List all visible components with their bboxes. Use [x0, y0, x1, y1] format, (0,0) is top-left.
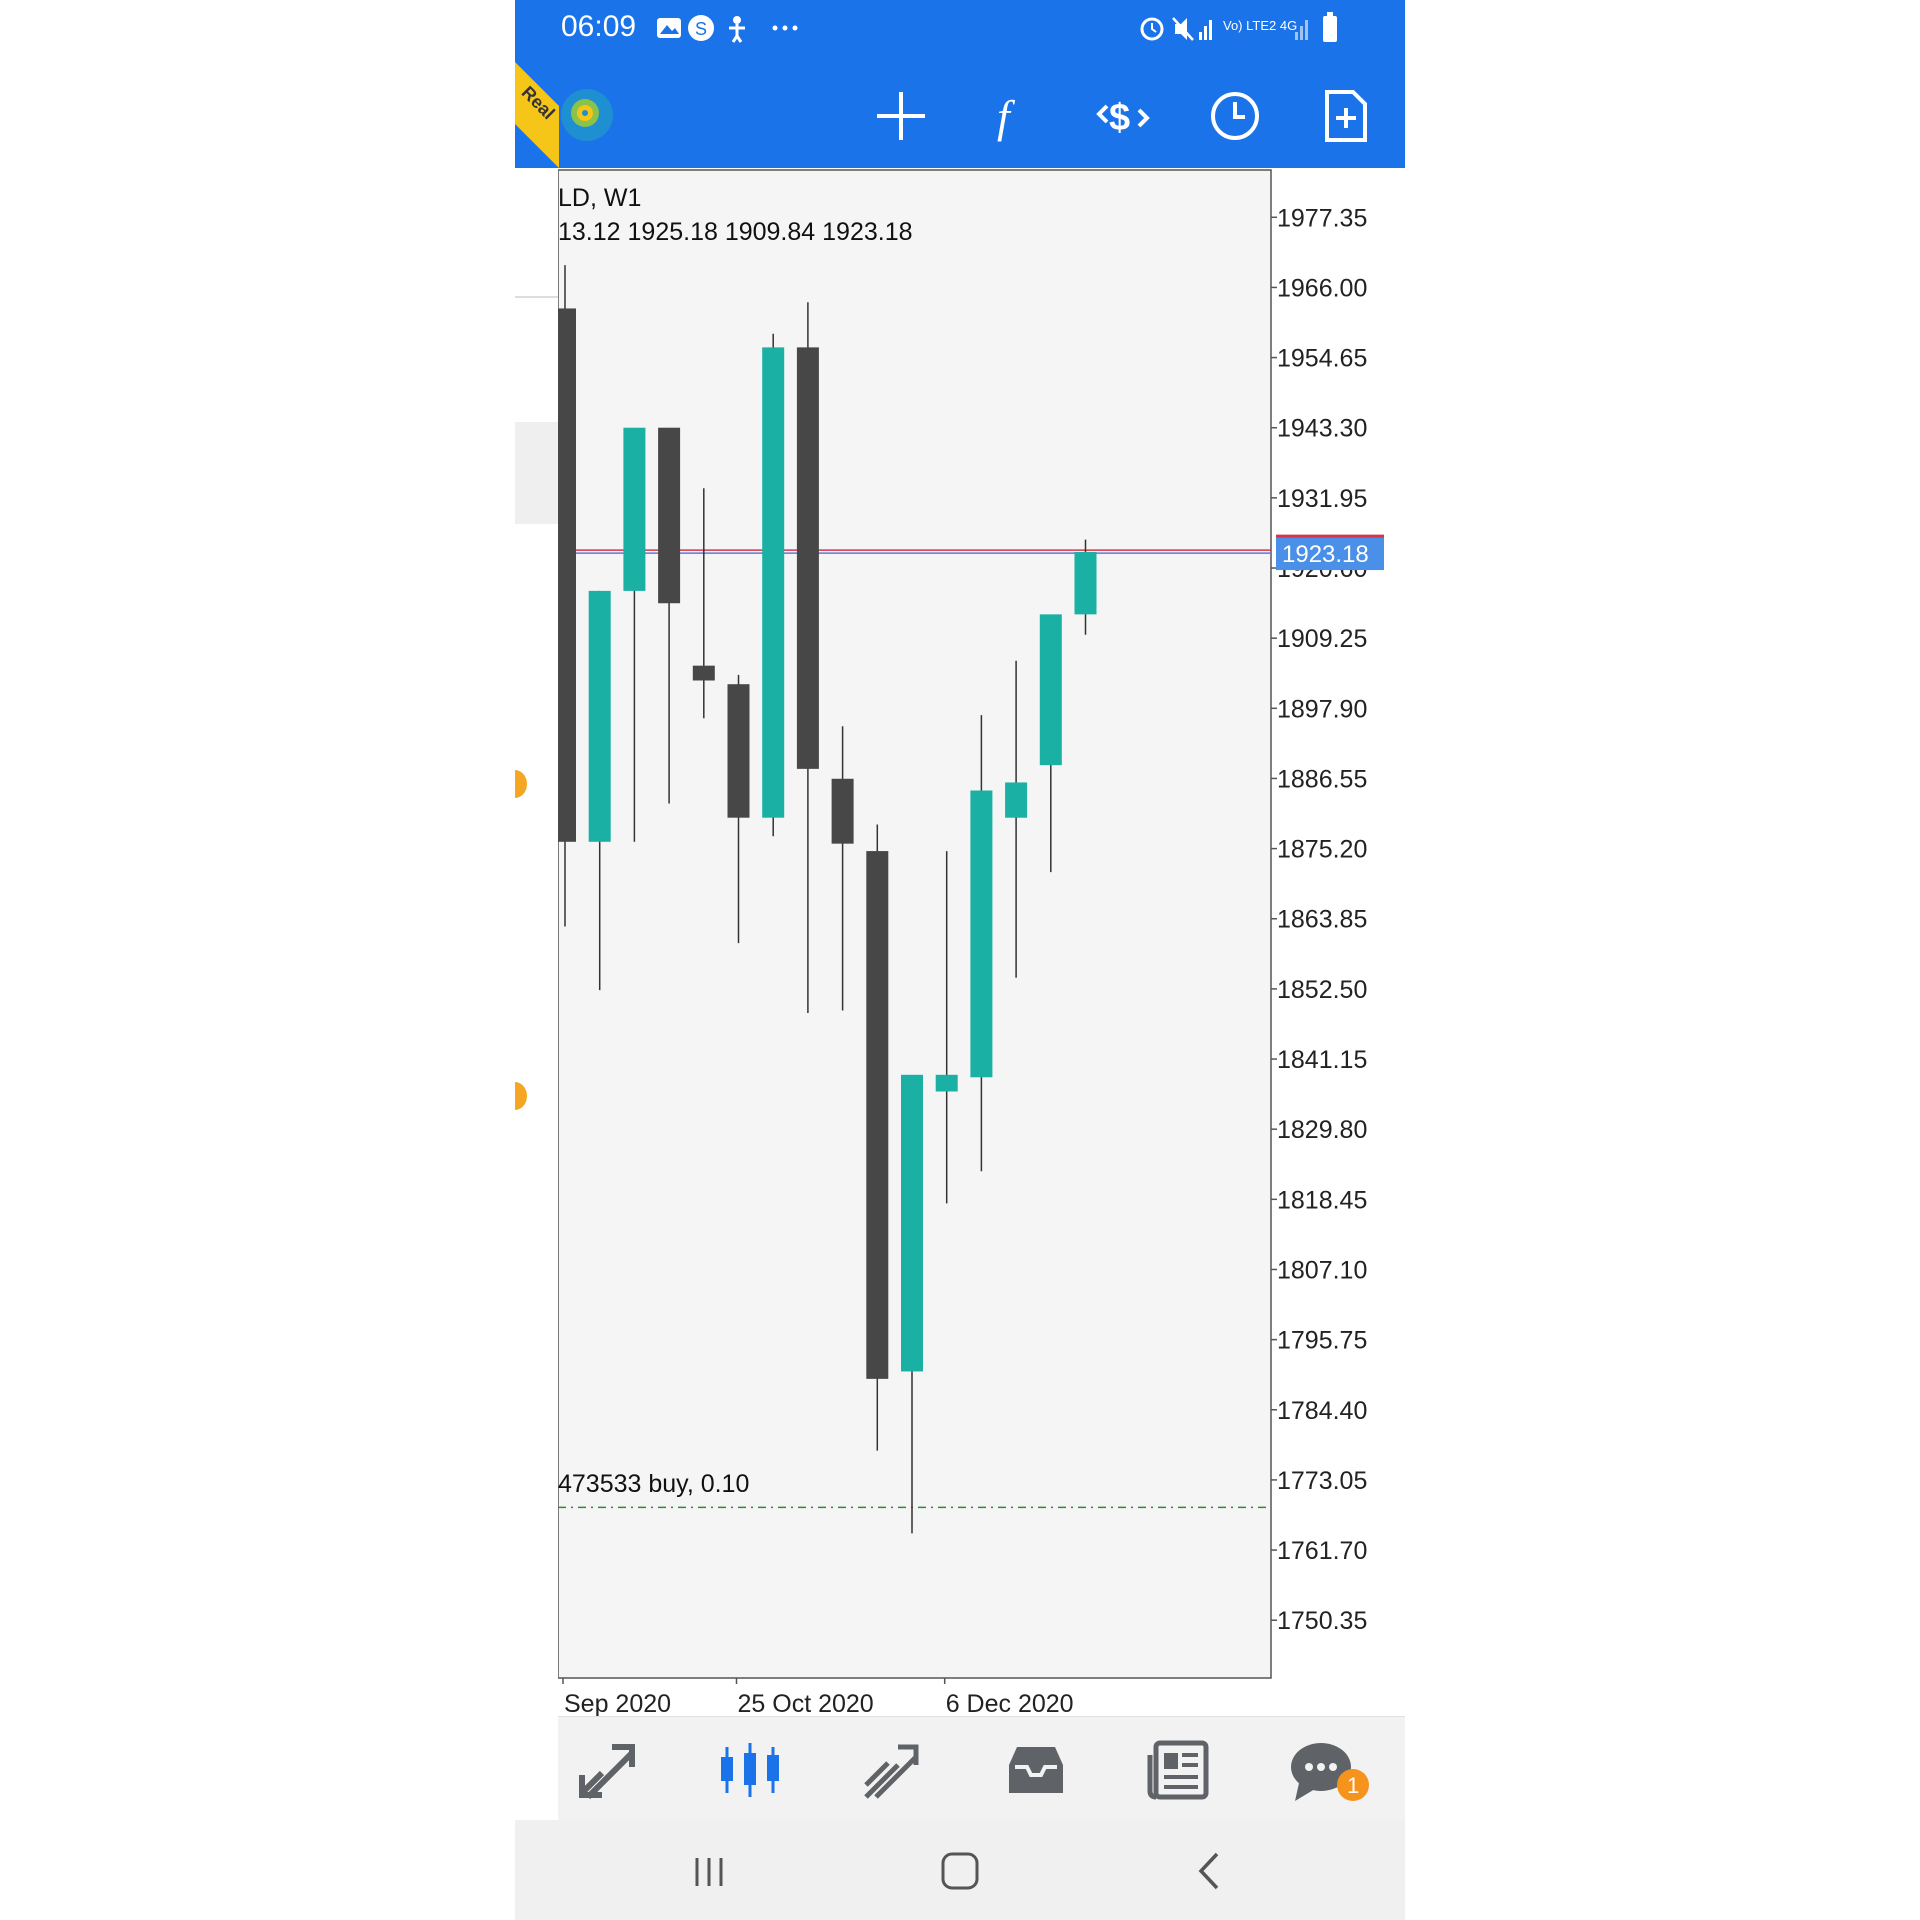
chart-icon[interactable]	[715, 1735, 785, 1805]
app-toolbar: f $	[515, 62, 1405, 168]
left-panel-strip	[515, 168, 558, 1716]
bottom-navigation: 1	[558, 1716, 1405, 1821]
plot-area	[558, 169, 1272, 1679]
svg-text:f: f	[997, 91, 1016, 142]
status-left-icons: S	[657, 15, 798, 43]
y-tick-label: 1818.45	[1277, 1186, 1367, 1214]
new-order-icon[interactable]	[1315, 86, 1375, 146]
y-tick-label: 1954.65	[1277, 345, 1367, 373]
x-tick-label: 25 Oct 2020	[738, 1690, 874, 1716]
bear-candle	[558, 308, 576, 842]
bear-candle	[831, 778, 854, 844]
metatrader-logo[interactable]	[559, 84, 615, 146]
y-tick-label: 1829.80	[1277, 1116, 1367, 1144]
bull-candle	[970, 790, 993, 1078]
signal-icon	[1199, 32, 1202, 40]
back-icon[interactable]	[1185, 1846, 1235, 1896]
y-tick-label: 1863.85	[1277, 906, 1367, 934]
y-tick-label: 1852.50	[1277, 976, 1367, 1004]
crosshair-icon[interactable]	[871, 86, 931, 146]
messages-icon[interactable]: 1	[1287, 1735, 1387, 1805]
y-tick-label: 1750.35	[1277, 1607, 1367, 1635]
bear-candle	[866, 851, 889, 1379]
symbol-label: LD, W1	[558, 184, 641, 212]
x-tick-label: 6 Dec 2020	[946, 1690, 1074, 1716]
orange-marker	[515, 1082, 527, 1110]
recents-icon[interactable]	[685, 1846, 735, 1896]
bull-candle	[1039, 614, 1062, 766]
quotes-icon[interactable]	[572, 1735, 642, 1805]
price-chart[interactable]: 1977.351966.001954.651943.301931.951920.…	[558, 168, 1405, 1716]
y-tick-label: 1966.00	[1277, 274, 1367, 302]
more-dots-icon	[772, 25, 778, 31]
bear-candle	[692, 665, 715, 681]
svg-text:1923.18: 1923.18	[1282, 541, 1369, 568]
accessibility-icon	[733, 16, 741, 24]
trade-icon[interactable]	[858, 1735, 928, 1805]
y-tick-label: 1784.40	[1277, 1397, 1367, 1425]
bull-candle	[588, 590, 611, 842]
y-tick-label: 1977.35	[1277, 204, 1367, 232]
trade-icon[interactable]: $	[1093, 86, 1153, 146]
bull-candle	[935, 1074, 958, 1092]
news-icon[interactable]	[1144, 1735, 1214, 1805]
y-tick-label: 1943.30	[1277, 415, 1367, 443]
x-tick-label: Sep 2020	[564, 1690, 671, 1716]
phone-screen: 06:09 S Vo) LTE2 4G f $ Real 1977.35 196…	[515, 0, 1405, 1920]
current-price-tag: 1923.18	[1276, 534, 1384, 571]
bull-candle	[762, 347, 785, 818]
svg-text:$: $	[1109, 97, 1130, 139]
bear-candle	[796, 347, 819, 769]
real-account-badge: Real	[515, 62, 559, 168]
history-icon[interactable]	[1001, 1735, 1071, 1805]
bull-candle	[901, 1074, 923, 1372]
y-tick-label: 1841.15	[1277, 1046, 1367, 1074]
bear-candle	[727, 684, 750, 818]
ohlc-label: 13.12 1925.18 1909.84 1923.18	[558, 218, 913, 246]
y-tick-label: 1886.55	[1277, 765, 1367, 793]
y-tick-label: 1795.75	[1277, 1327, 1367, 1355]
y-tick-label: 1931.95	[1277, 485, 1367, 513]
timeframe-clock-icon[interactable]	[1205, 86, 1265, 146]
indicators-icon[interactable]: f	[981, 86, 1041, 146]
svg-text:S: S	[695, 19, 713, 39]
y-tick-label: 1909.25	[1277, 625, 1367, 653]
position-label: 473533 buy, 0.10	[558, 1470, 749, 1498]
battery-icon	[1323, 16, 1337, 42]
bull-candle	[1074, 551, 1097, 615]
y-tick-label: 1875.20	[1277, 836, 1367, 864]
svg-text:1: 1	[1347, 1773, 1359, 1798]
y-tick-label: 1807.10	[1277, 1256, 1367, 1284]
orange-marker	[515, 770, 527, 798]
home-icon[interactable]	[935, 1846, 985, 1896]
bull-candle	[1005, 782, 1028, 818]
status-right-icons: Vo) LTE2 4G	[1140, 12, 1337, 42]
y-tick-label: 1761.70	[1277, 1537, 1367, 1565]
svg-text:Vo) LTE2 4G: Vo) LTE2 4G	[1223, 18, 1297, 33]
bull-candle	[623, 427, 646, 591]
y-tick-label: 1897.90	[1277, 695, 1367, 723]
y-tick-label: 1773.05	[1277, 1467, 1367, 1495]
status-time: 06:09	[561, 10, 637, 43]
bear-candle	[658, 427, 681, 604]
system-navigation-bar	[515, 1820, 1405, 1920]
status-bar: 06:09 S Vo) LTE2 4G	[515, 0, 1405, 62]
